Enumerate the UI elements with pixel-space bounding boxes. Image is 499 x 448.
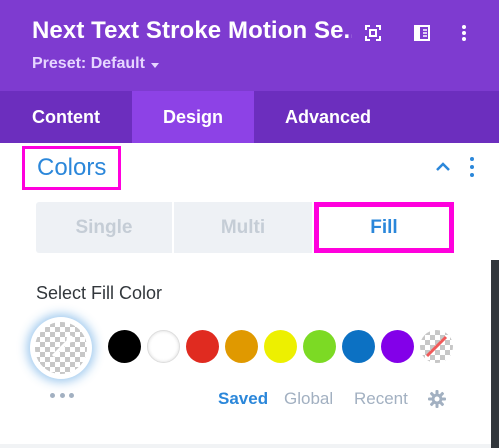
divider: [0, 444, 491, 448]
mode-fill-button[interactable]: Fill: [314, 202, 454, 253]
caret-down-icon: [150, 62, 159, 68]
swatch-yellow[interactable]: [264, 330, 297, 363]
tab-advanced[interactable]: Advanced: [254, 91, 402, 143]
tab-design[interactable]: Design: [132, 91, 254, 143]
color-mode-toggle: Single Multi Fill: [36, 202, 454, 253]
swatch-blue[interactable]: [342, 330, 375, 363]
swatch-none[interactable]: [420, 330, 453, 363]
no-color-icon: [425, 335, 448, 358]
chevron-up-icon[interactable]: [433, 157, 453, 177]
kebab-icon[interactable]: [453, 22, 475, 44]
current-color-swatch[interactable]: [30, 317, 92, 379]
tab-content[interactable]: Content: [0, 91, 132, 143]
module-title: Next Text Stroke Motion Se...: [32, 17, 352, 44]
swatch-white[interactable]: [147, 330, 180, 363]
swatch-green[interactable]: [303, 330, 336, 363]
section-menu-icon[interactable]: [466, 155, 478, 179]
swatch-black[interactable]: [108, 330, 141, 363]
transparent-color-preview: [35, 322, 87, 374]
scrollbar[interactable]: [491, 260, 499, 448]
preset-label: Preset: Default: [32, 55, 145, 72]
mode-single-button[interactable]: Single: [36, 202, 172, 253]
colors-section-header[interactable]: Colors: [0, 143, 499, 193]
swatch-red[interactable]: [186, 330, 219, 363]
mode-multi-button[interactable]: Multi: [174, 202, 312, 253]
eyedropper-icon: [51, 335, 74, 358]
module-header: Next Text Stroke Motion Se... Preset: De…: [0, 0, 499, 91]
more-options-icon[interactable]: [50, 388, 74, 402]
palette-tab-recent[interactable]: Recent: [354, 389, 408, 409]
gear-icon[interactable]: [427, 389, 447, 409]
section-title: Colors: [22, 146, 122, 190]
tab-bar: Content Design Advanced: [0, 91, 499, 143]
split-view-icon[interactable]: [411, 22, 433, 44]
preset-selector[interactable]: Preset: Default: [32, 55, 159, 73]
fill-color-label: Select Fill Color: [36, 283, 163, 303]
palette-tab-global[interactable]: Global: [284, 389, 333, 409]
swatch-purple[interactable]: [381, 330, 414, 363]
swatch-orange[interactable]: [225, 330, 258, 363]
palette-tab-saved[interactable]: Saved: [218, 389, 268, 409]
expand-icon[interactable]: [362, 22, 384, 44]
